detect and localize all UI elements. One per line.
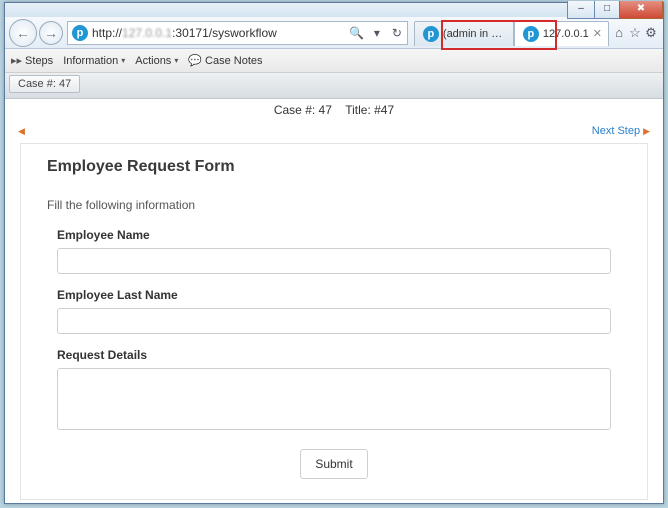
app-toolbar: ▸▸ Steps Information ▾ Actions ▾ 💬 Case … [5,49,663,73]
step-nav: ◀ Next Step ▶ [6,121,662,141]
tab-favicon: p [423,26,439,42]
tab-strip: p (admin in wo... p 127.0.0.1 ✕ [414,20,609,46]
information-menu[interactable]: Information ▾ [63,55,125,67]
tab-close-icon[interactable]: ✕ [593,27,602,40]
favorites-icon[interactable]: ☆ [628,26,642,40]
browser-tab-2[interactable]: p 127.0.0.1 ✕ [514,21,609,46]
browser-tab-1[interactable]: p (admin in wo... [414,21,514,46]
tab-label: 127.0.0.1 [543,28,589,40]
case-notes-label: Case Notes [205,55,262,67]
triangle-left-icon: ◀ [18,126,25,137]
information-label: Information [63,55,118,67]
page-content: Case #: 47 Title: #47 ◀ Next Step ▶ Empl… [6,99,662,502]
employee-lastname-label: Employee Last Name [57,288,611,302]
actions-label: Actions [135,55,171,67]
case-notes-button[interactable]: 💬 Case Notes [188,54,262,67]
request-details-input[interactable] [57,368,611,430]
close-button[interactable]: ✖ [619,1,663,19]
case-badge[interactable]: Case #: 47 [9,75,80,93]
next-step-link[interactable]: Next Step ▶ [592,125,650,137]
forward-button[interactable]: → [39,21,63,45]
triangle-right-icon: ▶ [643,126,650,137]
form-title: Employee Request Form [47,158,621,176]
url-text: http://127.0.0.1:30171/sysworkflow [92,26,347,40]
employee-name-input[interactable] [57,248,611,274]
window-titlebar: – □ ✖ [5,3,663,17]
maximize-button[interactable]: □ [594,1,620,19]
prev-step-link[interactable]: ◀ [18,125,28,137]
home-icon[interactable]: ⌂ [612,26,626,40]
address-bar[interactable]: p http://127.0.0.1:30171/sysworkflow 🔍 ▾… [67,21,408,45]
tab-favicon: p [523,26,539,42]
next-step-label: Next Step [592,125,640,137]
form-hint: Fill the following information [47,198,621,212]
dropdown-icon[interactable]: ▾ [367,26,387,40]
minimize-button[interactable]: – [567,1,595,19]
chevron-down-icon: ▾ [174,56,178,65]
steps-menu[interactable]: ▸▸ Steps [11,54,53,67]
refresh-icon[interactable]: ↻ [387,26,407,40]
steps-label: Steps [25,55,53,67]
request-details-label: Request Details [57,348,611,362]
chevron-down-icon: ▾ [121,56,125,65]
employee-name-label: Employee Name [57,228,611,242]
comment-icon: 💬 [188,54,202,67]
browser-navbar: ← → p http://127.0.0.1:30171/sysworkflow… [5,17,663,49]
employee-lastname-input[interactable] [57,308,611,334]
back-button[interactable]: ← [9,19,37,47]
search-icon[interactable]: 🔍 [347,26,367,40]
case-bar: Case #: 47 [5,73,663,99]
steps-icon: ▸▸ [11,54,22,67]
tools-icon[interactable]: ⚙ [644,26,658,40]
case-header: Case #: 47 Title: #47 [6,99,662,121]
browser-window: – □ ✖ ← → p http://127.0.0.1:30171/syswo… [4,2,664,504]
tab-label: (admin in wo... [443,28,507,40]
submit-button[interactable]: Submit [300,449,367,479]
site-favicon: p [72,25,88,41]
form-card: Employee Request Form Fill the following… [20,143,648,500]
command-bar: ⌂ ☆ ⚙ [611,26,659,40]
actions-menu[interactable]: Actions ▾ [135,55,178,67]
